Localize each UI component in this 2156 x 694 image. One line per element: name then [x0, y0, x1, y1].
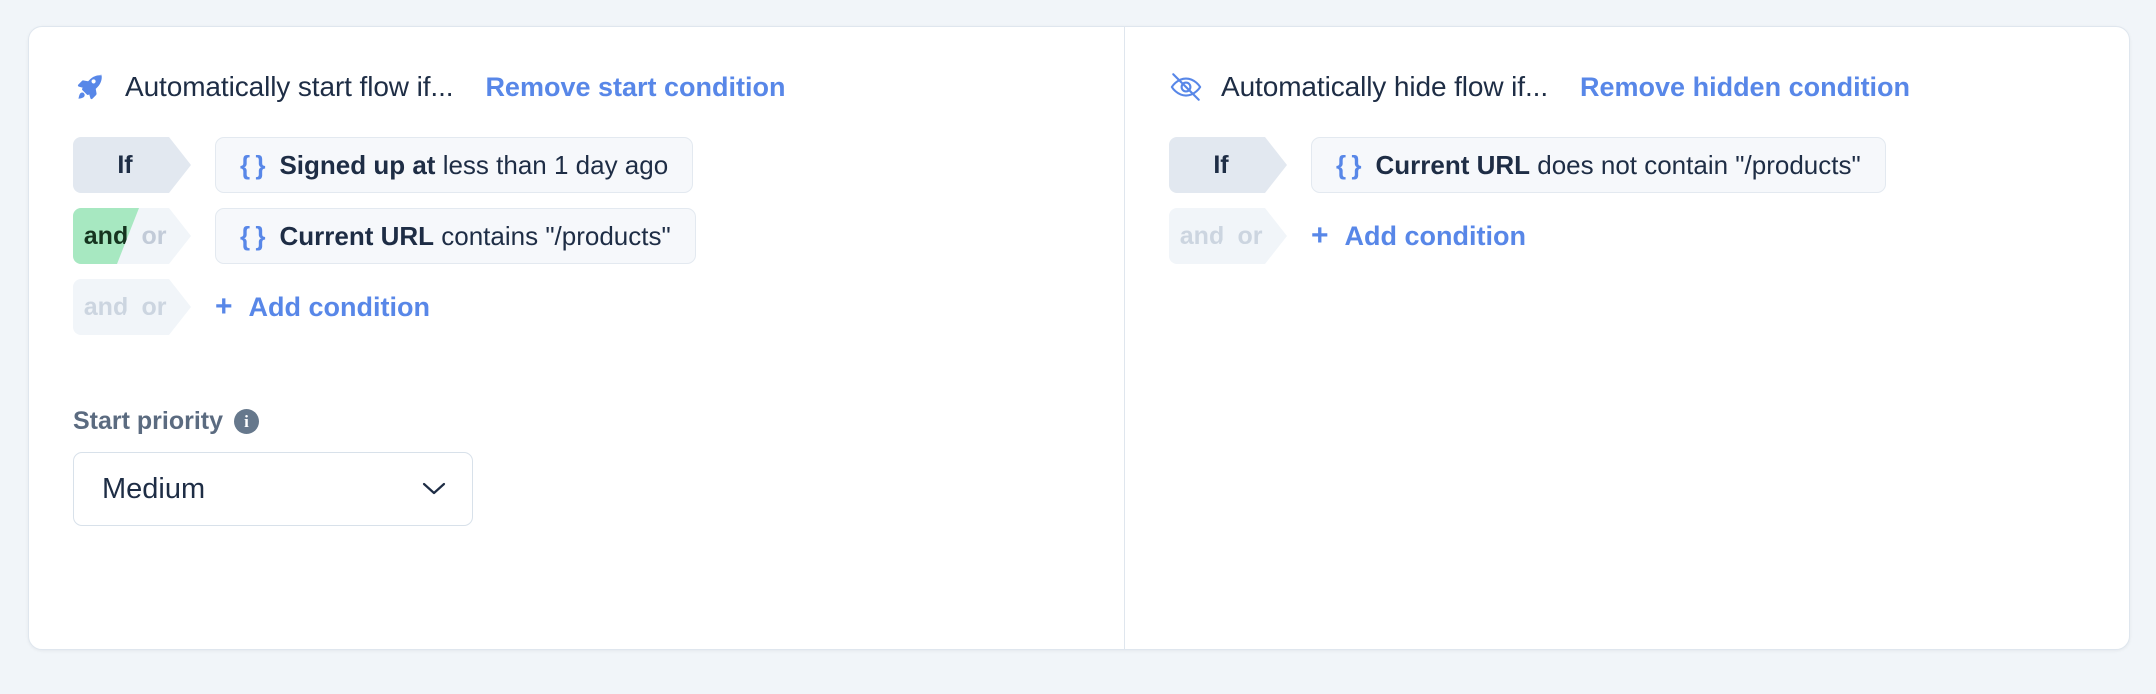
condition-pill-text: Current URL does not contain "/products"	[1375, 150, 1860, 181]
condition-row: and or { } Current URL contains "/produc…	[73, 208, 1080, 264]
condition-predicate: less than 1 day ago	[435, 149, 669, 180]
connector-and-option[interactable]: and	[73, 279, 139, 335]
chevron-down-icon	[422, 482, 446, 496]
conditions-card: Automatically start flow if... Remove st…	[28, 26, 2130, 650]
connector-and-option[interactable]: and	[1169, 208, 1235, 264]
condition-predicate: contains "/products"	[434, 220, 671, 251]
info-icon[interactable]: i	[234, 409, 260, 434]
connector-if-badge: If	[73, 137, 191, 193]
condition-predicate: does not contain "/products"	[1530, 149, 1861, 180]
add-condition-row: and or + Add condition	[73, 279, 1080, 335]
page-root: Automatically start flow if... Remove st…	[0, 0, 2156, 694]
condition-subject: Current URL	[1375, 149, 1531, 180]
start-priority-select[interactable]: Medium	[73, 452, 473, 526]
remove-hidden-condition-link[interactable]: Remove hidden condition	[1580, 72, 1910, 103]
condition-row: If { } Signed up at less than 1 day ago	[73, 137, 1080, 193]
condition-pill[interactable]: { } Signed up at less than 1 day ago	[215, 137, 694, 193]
start-condition-rows: If { } Signed up at less than 1 day ago …	[73, 137, 1080, 335]
plus-icon: +	[1311, 219, 1329, 252]
hide-condition-rows: If { } Current URL does not contain "/pr…	[1169, 137, 2085, 264]
connector-if-label: If	[1213, 150, 1229, 179]
eye-off-icon	[1169, 70, 1203, 104]
start-priority-value: Medium	[102, 472, 206, 505]
remove-start-condition-link[interactable]: Remove start condition	[485, 72, 785, 103]
add-condition-label: Add condition	[1344, 220, 1526, 251]
braces-icon: { }	[240, 220, 265, 251]
hide-condition-panel: Automatically hide flow if... Remove hid…	[1125, 27, 2129, 649]
connector-and-or-toggle[interactable]: and or	[73, 208, 191, 264]
condition-subject: Signed up at	[279, 149, 436, 180]
condition-pill[interactable]: { } Current URL contains "/products"	[215, 208, 696, 264]
connector-and-or-toggle-disabled[interactable]: and or	[1169, 208, 1287, 264]
condition-pill-text: Current URL contains "/products"	[279, 221, 670, 252]
connector-or-option[interactable]: or	[1229, 208, 1287, 264]
add-condition-row: and or + Add condition	[1169, 208, 2085, 264]
connector-if-label: If	[117, 150, 133, 179]
start-priority-label-row: Start priority i	[73, 407, 1080, 436]
connector-or-option[interactable]: or	[133, 208, 191, 264]
start-priority-label: Start priority	[73, 407, 224, 435]
plus-icon: +	[215, 290, 233, 323]
hide-panel-title: Automatically hide flow if...	[1221, 71, 1549, 102]
condition-row: If { } Current URL does not contain "/pr…	[1169, 137, 2085, 193]
braces-icon: { }	[1336, 149, 1361, 180]
start-priority-block: Start priority i Medium	[73, 407, 1080, 526]
start-panel-title: Automatically start flow if...	[125, 71, 454, 102]
hide-panel-header: Automatically hide flow if... Remove hid…	[1169, 67, 2085, 107]
add-condition-label: Add condition	[248, 291, 430, 322]
braces-icon: { }	[240, 149, 265, 180]
add-condition-button[interactable]: + Add condition	[215, 292, 430, 323]
connector-if-badge: If	[1169, 137, 1287, 193]
connector-or-option[interactable]: or	[133, 279, 191, 335]
rocket-icon	[73, 70, 107, 104]
connector-and-option[interactable]: and	[73, 208, 139, 264]
start-condition-panel: Automatically start flow if... Remove st…	[29, 27, 1125, 649]
condition-pill-text: Signed up at less than 1 day ago	[279, 150, 668, 181]
condition-pill[interactable]: { } Current URL does not contain "/produ…	[1311, 137, 1886, 193]
connector-and-or-toggle-disabled[interactable]: and or	[73, 279, 191, 335]
add-condition-button[interactable]: + Add condition	[1311, 221, 1526, 252]
condition-subject: Current URL	[279, 220, 435, 251]
start-panel-header: Automatically start flow if... Remove st…	[73, 67, 1080, 107]
